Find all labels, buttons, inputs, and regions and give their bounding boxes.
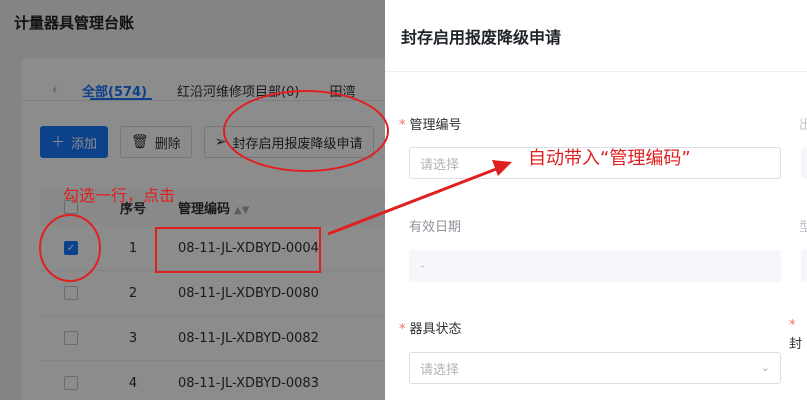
- annotation-circle-checkbox: [39, 214, 101, 282]
- annotation-autofill-text: 自动带入“管理编码”: [528, 148, 691, 169]
- annotation-select-text: 勾选一行，点击: [63, 186, 176, 205]
- annotation-box-code: [155, 227, 321, 273]
- annotation-arrow-line: [327, 164, 505, 236]
- annotation-arrow-head: [492, 160, 512, 176]
- annotation-circle-button: [223, 90, 389, 172]
